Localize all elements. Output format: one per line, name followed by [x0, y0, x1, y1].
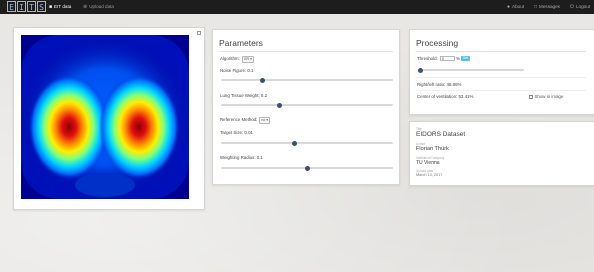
nav-eit-data[interactable]: ■ EIT data: [49, 0, 71, 14]
noise-figure-slider[interactable]: [221, 77, 393, 83]
nav-upload-data[interactable]: ⊕ Upload data: [83, 0, 114, 14]
weighting-radius-knob[interactable]: [304, 165, 310, 171]
algorithm-select[interactable]: GR ▾: [241, 56, 254, 63]
brand-letter: I: [17, 1, 26, 12]
dataset-author: Florian Thürk: [416, 146, 449, 152]
target-size-knob[interactable]: [292, 140, 298, 146]
center-ventilation-text: Center of ventilation: 53.41%: [417, 94, 474, 99]
show-in-image-label: Show in image: [534, 94, 564, 99]
processing-panel: Processing Threshold: 0 % Set Right/left r…: [409, 29, 594, 115]
expand-icon[interactable]: [197, 31, 201, 35]
threshold-knob[interactable]: [417, 67, 423, 73]
brand-letter: S: [37, 1, 46, 12]
show-in-image-toggle[interactable]: Show in image: [529, 94, 563, 99]
target-size-label: Target Size: 0.01: [220, 130, 253, 135]
nav-about-label: About: [512, 4, 525, 9]
nav-logout-label: Logout: [575, 4, 591, 9]
divider: [416, 77, 586, 78]
dataset-upload-date: March 10, 2017: [416, 173, 443, 177]
eit-heatmap: [21, 35, 189, 199]
brand-letter: E: [7, 1, 16, 12]
lung-tissue-label: Lung Tissue Weight: 0.2: [220, 93, 268, 98]
divider: [416, 51, 586, 52]
reference-method-label: Reference Method:: [220, 117, 258, 122]
dataset-panel: Title EIDORS Dataset Author Florian Thür…: [409, 121, 594, 186]
brand-logo[interactable]: E I T S: [7, 1, 46, 13]
message-icon: □: [534, 3, 538, 10]
nav-messages[interactable]: □ Messages: [534, 0, 560, 14]
folder-icon: ■: [49, 3, 53, 10]
reference-method-row: Reference Method: no ▾: [220, 117, 271, 124]
weighting-radius-label: Weighting Radius: 0.1: [220, 155, 263, 160]
nav-eit-data-label: EIT data: [54, 4, 72, 9]
brand-letter: T: [27, 1, 36, 12]
nav-about[interactable]: ● About: [507, 0, 524, 14]
plus-circle-icon: ⊕: [83, 3, 88, 10]
nav-messages-label: Messages: [539, 4, 560, 9]
threshold-slider[interactable]: [417, 67, 524, 73]
parameters-panel: Parameters Algorithm: GR ▾ Noise Figure: …: [212, 29, 400, 185]
divider: [416, 90, 586, 91]
threshold-unit: %: [455, 56, 460, 61]
power-icon: ⏻: [570, 3, 574, 10]
algorithm-label: Algorithm:: [220, 56, 240, 61]
navbar: E I T S ■ EIT data ⊕ Upload data ● About…: [0, 0, 594, 14]
nav-logout[interactable]: ⏻ Logout: [570, 0, 590, 14]
weighting-radius-slider[interactable]: [221, 165, 393, 171]
dataset-title: EIDORS Dataset: [416, 131, 466, 138]
algorithm-row: Algorithm: GR ▾: [220, 56, 254, 63]
target-size-slider[interactable]: [221, 140, 393, 146]
eit-image[interactable]: [21, 35, 189, 199]
nav-upload-data-label: Upload data: [89, 4, 114, 9]
show-in-image-checkbox[interactable]: [529, 95, 533, 99]
lung-tissue-knob[interactable]: [276, 102, 282, 108]
reference-method-select[interactable]: no ▾: [259, 117, 271, 124]
noise-figure-knob[interactable]: [259, 77, 265, 83]
ratio-text: Right/left ratio: 48.86%: [417, 82, 462, 87]
divider: [219, 51, 393, 52]
info-icon: ●: [507, 3, 511, 10]
set-threshold-button[interactable]: Set: [460, 56, 471, 62]
threshold-input[interactable]: 0: [439, 56, 455, 62]
parameters-title: Parameters: [219, 38, 263, 48]
lung-tissue-slider[interactable]: [221, 102, 393, 108]
dataset-institution: TU Vienna: [416, 160, 440, 166]
noise-figure-label: Noise Figure: 0.1: [220, 68, 254, 73]
processing-title: Processing: [416, 38, 459, 48]
threshold-row: Threshold: 0 % Set: [417, 56, 471, 62]
threshold-label: Threshold:: [417, 56, 438, 61]
